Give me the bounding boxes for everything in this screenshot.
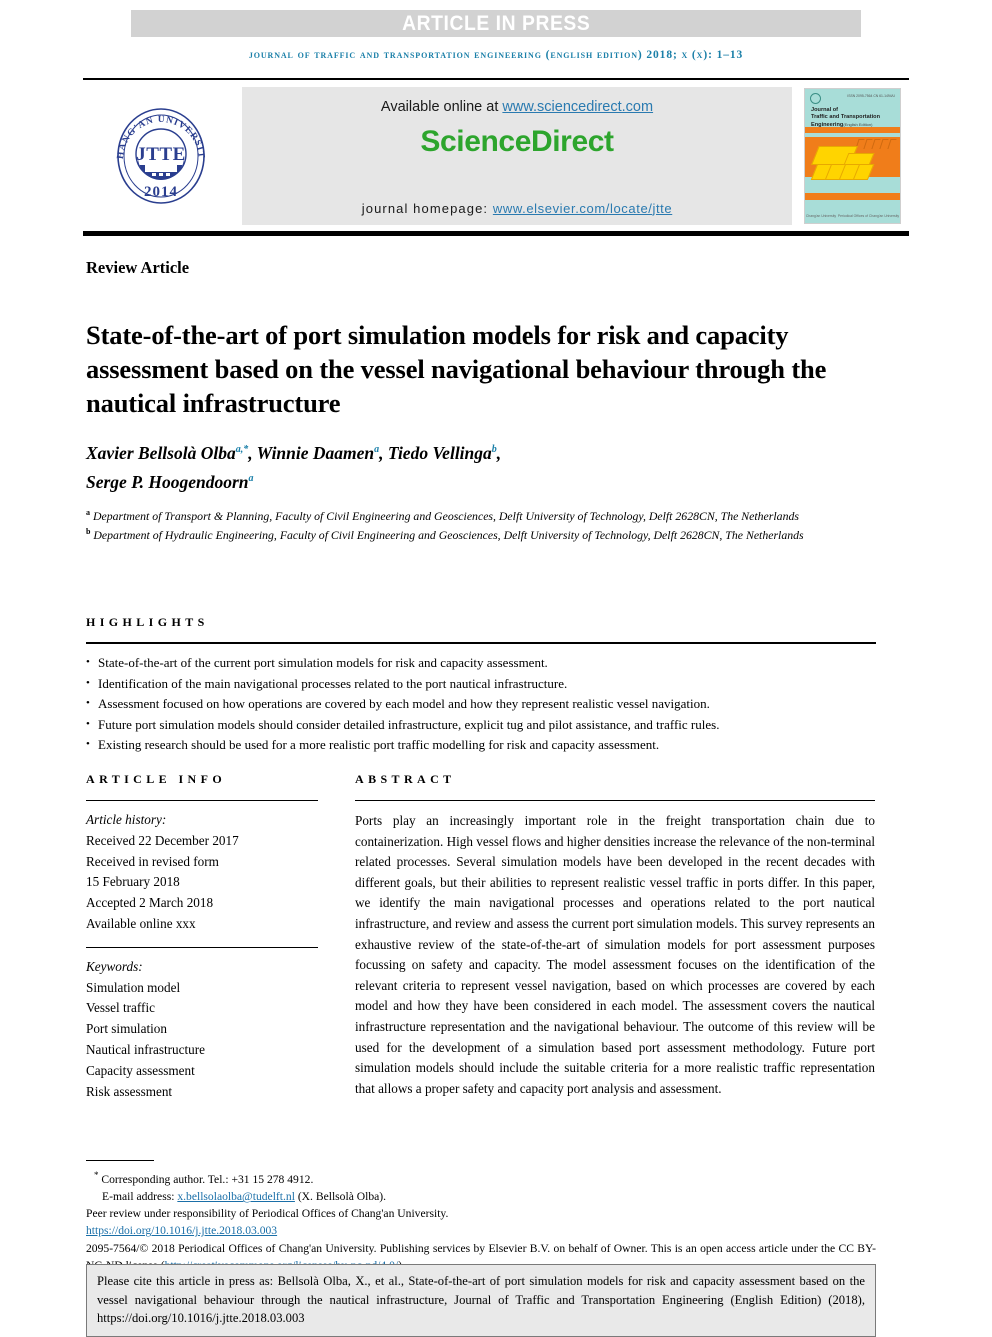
abstract-divider: [355, 800, 875, 801]
article-info-divider: [86, 800, 318, 801]
article-history-item: Received 22 December 2017: [86, 832, 239, 848]
cover-band-top: [805, 126, 900, 133]
article-info-heading: ARTICLE INFO: [86, 772, 227, 786]
affiliation-text: Department of Hydraulic Engineering, Fac…: [93, 528, 804, 543]
cover-logo-icon: [810, 92, 821, 104]
article-history-block: Article history: Received 22 December 20…: [86, 810, 318, 935]
article-history-item: Accepted 2 March 2018: [86, 895, 214, 911]
list-item: State-of-the-art of the current port sim…: [86, 652, 876, 674]
article-info-section: ARTICLE INFO Article history: Received 2…: [86, 772, 318, 1102]
keywords-divider: [86, 946, 318, 948]
author-affil-mark: a: [374, 444, 380, 455]
list-item: Future port simulation models should con…: [86, 714, 876, 736]
sciencedirect-band: Available online at www.sciencedirect.co…: [242, 86, 792, 225]
footnote-divider: [86, 1160, 154, 1161]
doi-link[interactable]: https://doi.org/10.1016/j.jtte.2018.03.0…: [86, 1224, 277, 1237]
svg-text:2014: 2014: [144, 184, 178, 200]
footnote-section: * Corresponding author. Tel.: +31 15 278…: [86, 1160, 876, 1274]
author-list: Xavier Bellsolà Olbaa,*, Winnie Daamena,…: [86, 437, 876, 495]
svg-text:JTTE: JTTE: [136, 144, 186, 165]
corresponding-author-note: * Corresponding author. Tel.: +31 15 278…: [86, 1167, 876, 1188]
keyword-item: Port simulation: [86, 1021, 167, 1037]
corresponding-author-text: Corresponding author. Tel.: +31 15 278 4…: [101, 1172, 314, 1186]
abstract-section: ABSTRACT Ports play an increasingly impo…: [355, 772, 875, 1099]
article-history-item: 15 February 2018: [86, 874, 180, 890]
author-affil-mark: a,*: [235, 444, 249, 455]
doi-line: https://doi.org/10.1016/j.jtte.2018.03.0…: [86, 1222, 876, 1239]
keyword-item: Nautical infrastructure: [86, 1041, 205, 1057]
cover-footer-right: Periodical Offices of Chang'an Universit…: [837, 213, 900, 218]
highlights-list: State-of-the-art of the current port sim…: [86, 652, 876, 756]
sciencedirect-url-link[interactable]: www.sciencedirect.com: [502, 99, 653, 115]
journal-homepage-link[interactable]: www.elsevier.com/locate/jtte: [493, 201, 672, 216]
author-affil-mark: a: [248, 472, 254, 484]
keywords-label: Keywords:: [86, 958, 143, 974]
article-in-press-label: ARTICLE IN PRESS: [401, 11, 591, 35]
affiliation-text: Department of Transport & Planning, Facu…: [92, 508, 799, 523]
jtte-seal-logo: CHANG'AN UNIVERSITY JTTE 2014: [83, 102, 238, 210]
journal-masthead: CHANG'AN UNIVERSITY JTTE 2014 Available …: [83, 78, 909, 236]
sciencedirect-logo: ScienceDirect: [420, 124, 614, 158]
article-history-label: Article history:: [86, 812, 167, 827]
author-name: Tiedo Vellinga: [387, 442, 492, 463]
available-online-line: Available online at www.sciencedirect.co…: [242, 99, 792, 115]
email-note: E-mail address: x.bellsolaolba@tudelft.n…: [86, 1188, 876, 1205]
journal-running-head: Journal of Traffic and Transportation En…: [248, 49, 744, 61]
affiliation-mark: b: [86, 527, 91, 537]
list-item: Assessment focused on how operations are…: [86, 693, 876, 715]
cover-footer-left: Chang'an University: [805, 213, 837, 218]
author-line-2: Serge P. Hoogendoorna: [86, 466, 876, 495]
seal-icon: CHANG'AN UNIVERSITY JTTE 2014: [107, 102, 205, 204]
page-title: State-of-the-art of port simulation mode…: [86, 319, 827, 418]
journal-homepage-label: journal homepage:: [361, 200, 493, 216]
keyword-item: Vessel traffic: [86, 1000, 155, 1016]
list-item: Identification of the main navigational …: [86, 673, 876, 695]
article-history-item: Received in revised form: [86, 853, 219, 869]
highlights-heading: HIGHLIGHTS: [86, 615, 209, 629]
author-affil-mark: b: [491, 444, 497, 455]
author-name: Xavier Bellsolà Olba: [86, 442, 236, 463]
email-link[interactable]: x.bellsolaolba@tudelft.nl: [177, 1190, 295, 1203]
journal-cover-thumbnail: ISSN 2095-7564 CN 61-1494/U Journal of T…: [796, 87, 909, 224]
cover-footer: Chang'an University Periodical Offices o…: [805, 214, 900, 218]
author-name: Serge P. Hoogendoorn: [86, 471, 249, 492]
citation-box: Please cite this article in press as: Be…: [86, 1264, 876, 1337]
highlights-divider: [86, 642, 876, 644]
author-line-1: Xavier Bellsolà Olbaa,*, Winnie Daamena,…: [86, 442, 502, 463]
affiliation-item: a Department of Transport & Planning, Fa…: [86, 505, 876, 524]
affiliation-item: b Department of Hydraulic Engineering, F…: [86, 524, 876, 543]
article-history-item: Available online xxx: [86, 915, 196, 931]
email-label: E-mail address:: [102, 1190, 178, 1204]
cover-title: Journal of Traffic and Transportation En…: [811, 107, 896, 129]
article-in-press-banner: ARTICLE IN PRESS: [131, 10, 861, 37]
peer-review-note: Peer review under responsibility of Peri…: [86, 1207, 449, 1221]
abstract-heading: ABSTRACT: [355, 772, 456, 786]
journal-homepage-line: journal homepage: www.elsevier.com/locat…: [242, 201, 792, 216]
citation-text: Please cite this article in press as: Be…: [97, 1274, 865, 1326]
keyword-item: Simulation model: [86, 979, 181, 995]
list-item: Existing research should be used for a m…: [86, 734, 876, 756]
cover-issn-text: ISSN 2095-7564 CN 61-1494/U: [847, 93, 895, 98]
keyword-item: Risk assessment: [86, 1083, 173, 1099]
highlights-section: HIGHLIGHTS State-of-the-art of the curre…: [86, 615, 876, 756]
available-online-label: Available online at: [380, 98, 503, 115]
abstract-body: Ports play an increasingly important rol…: [355, 813, 875, 1096]
cover-band-bottom: [805, 192, 900, 200]
author-name: Winnie Daamen: [256, 442, 375, 463]
keyword-item: Capacity assessment: [86, 1062, 195, 1078]
article-type-label: Review Article: [86, 258, 190, 277]
affiliation-list: a Department of Transport & Planning, Fa…: [86, 505, 876, 544]
keywords-block: Keywords: Simulation model Vessel traffi…: [86, 957, 318, 1103]
cover-title-line2: Traffic and Transportation: [811, 113, 880, 120]
cover-title-line1: Journal of: [811, 106, 839, 113]
email-owner: (X. Bellsolà Olba).: [294, 1190, 387, 1204]
affiliation-mark: a: [86, 508, 90, 517]
asterisk-icon: *: [94, 1170, 99, 1180]
